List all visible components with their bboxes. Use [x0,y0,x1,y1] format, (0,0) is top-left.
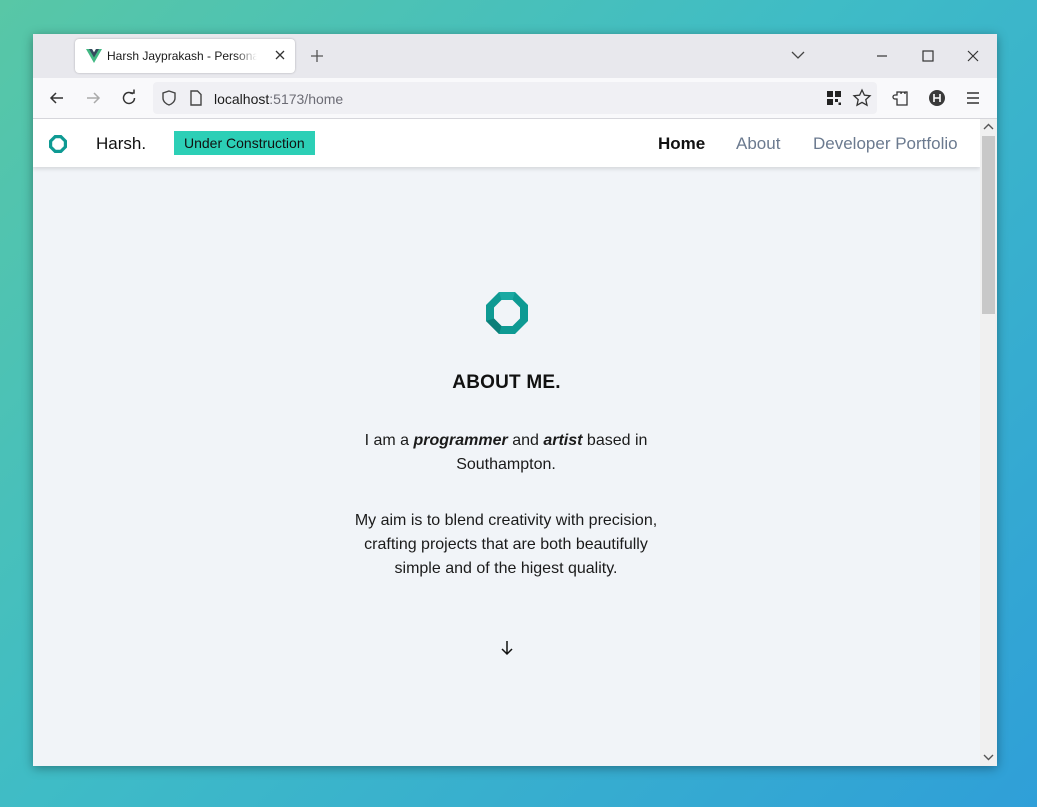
shield-icon[interactable] [160,89,178,107]
chevron-down-icon[interactable] [791,50,805,60]
url-text[interactable]: localhost:5173/home [214,91,343,107]
site-header: Harsh. Under Construction Home About Dev… [33,119,980,167]
page-viewport: ABOUT ME. I am a programmer and artist b… [33,119,980,766]
close-window-icon[interactable] [965,48,981,64]
new-tab-icon[interactable] [309,48,325,64]
section-title: ABOUT ME. [452,372,561,393]
forward-icon[interactable] [83,88,103,108]
nav-link-home[interactable]: Home [658,134,705,154]
navigation-bar: localhost:5173/home [33,78,997,119]
extensions-icon[interactable] [891,88,911,108]
tab-title: Harsh Jayprakash - Personal Portfolio [107,49,257,63]
url-bar[interactable]: localhost:5173/home [153,82,877,114]
octagon-logo-icon [486,292,528,334]
account-avatar-icon[interactable] [927,88,947,108]
minimize-icon[interactable] [874,48,890,64]
brand-name[interactable]: Harsh. [96,134,146,154]
reload-icon[interactable] [119,88,139,108]
menu-icon[interactable] [963,88,983,108]
scroll-up-icon[interactable] [983,122,994,132]
nav-link-about[interactable]: About [736,134,780,154]
close-tab-icon[interactable] [272,47,288,63]
browser-window: Harsh Jayprakash - Personal Portfolio [33,34,997,766]
intro-text: I am a programmer and artist based in So… [364,432,648,473]
vue-logo-icon [86,49,102,63]
back-icon[interactable] [47,88,67,108]
qr-code-icon[interactable] [826,90,842,106]
arrow-down-icon[interactable] [499,638,515,658]
bookmark-star-icon[interactable] [852,88,872,108]
scrollbar-thumb[interactable] [982,136,995,314]
browser-tab[interactable]: Harsh Jayprakash - Personal Portfolio [75,39,295,73]
tab-strip: Harsh Jayprakash - Personal Portfolio [33,34,997,78]
nav-link-developer-portfolio[interactable]: Developer Portfolio [813,134,958,154]
page-icon[interactable] [188,89,204,107]
octagon-logo-icon[interactable] [48,134,68,154]
scroll-down-icon[interactable] [983,752,994,762]
vertical-scrollbar[interactable] [980,119,997,766]
aim-text: My aim is to blend creativity with preci… [354,512,658,577]
status-badge: Under Construction [174,131,315,155]
maximize-icon[interactable] [920,48,936,64]
